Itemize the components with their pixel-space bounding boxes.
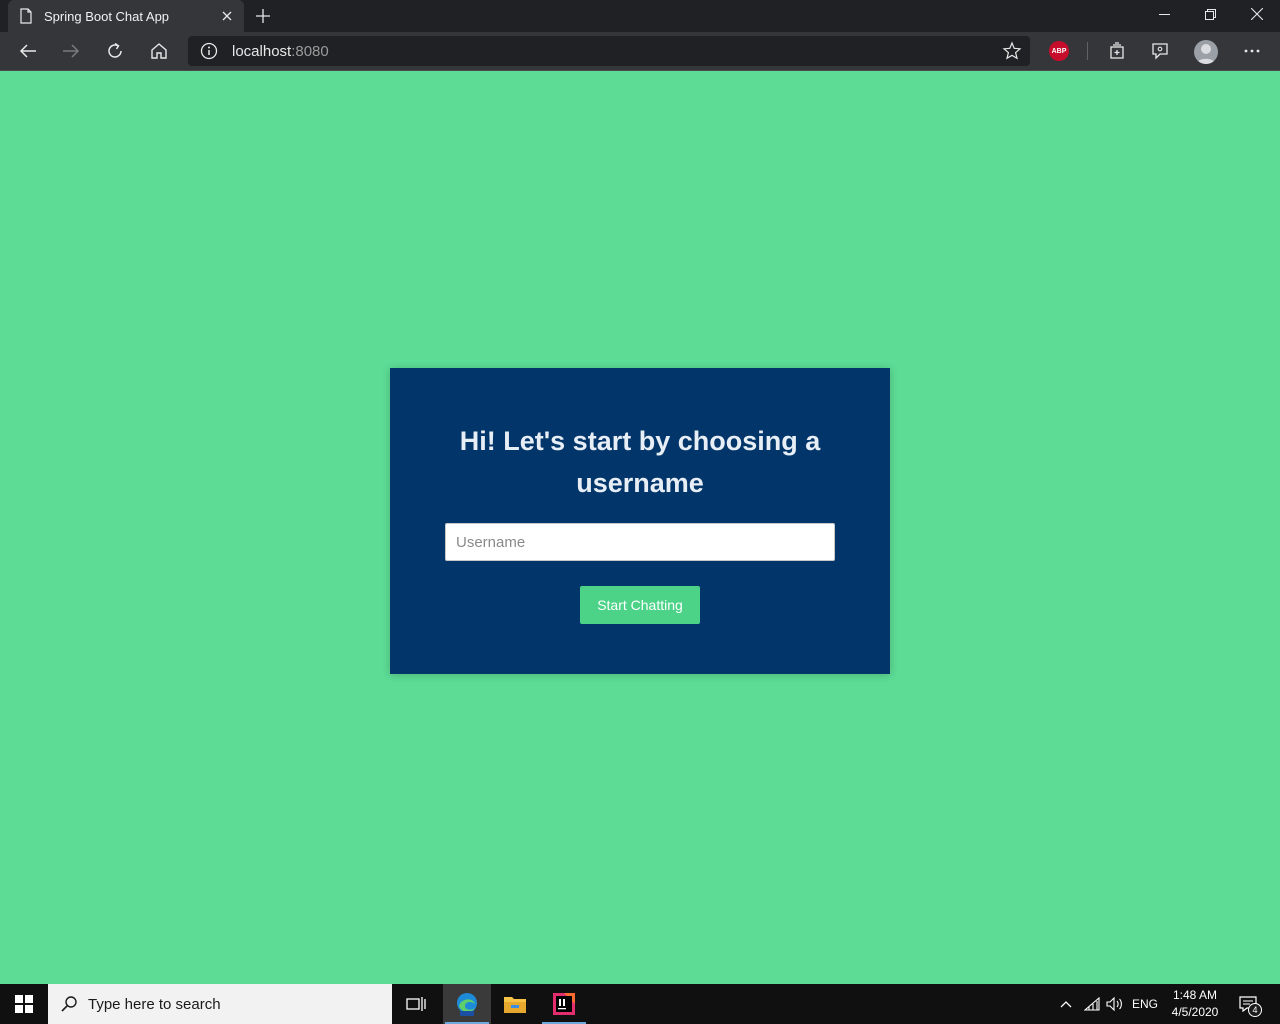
- page-document-icon: [18, 8, 34, 24]
- volume-icon[interactable]: [1104, 984, 1126, 1024]
- windows-taskbar: Type here to search ENG 1:48 AM 4/5/2020…: [0, 984, 1280, 1024]
- search-placeholder: Type here to search: [88, 995, 221, 1013]
- toolbar-divider: [1087, 42, 1088, 60]
- browser-tab[interactable]: Spring Boot Chat App: [8, 0, 244, 32]
- adblock-icon[interactable]: ABP: [1049, 41, 1069, 61]
- restore-icon[interactable]: [1187, 0, 1233, 28]
- clock-time: 1:48 AM: [1172, 988, 1218, 1002]
- input-language[interactable]: ENG: [1129, 984, 1161, 1024]
- feedback-icon[interactable]: [1145, 36, 1175, 66]
- taskbar-search-box[interactable]: Type here to search: [48, 984, 392, 1024]
- page-content: Hi! Let's start by choosing a username S…: [0, 71, 1280, 984]
- url-host: localhost: [232, 42, 292, 60]
- task-view-icon[interactable]: [392, 984, 440, 1024]
- collections-icon[interactable]: [1102, 36, 1132, 66]
- minimize-icon[interactable]: [1141, 0, 1187, 28]
- address-bar[interactable]: localhost:8080: [188, 36, 1030, 66]
- page-title: Hi! Let's start by choosing a username: [459, 426, 821, 498]
- more-options-icon[interactable]: [1237, 36, 1267, 66]
- windows-start-icon[interactable]: [0, 984, 48, 1024]
- favorite-star-icon[interactable]: [1002, 41, 1022, 61]
- edge-beta-taskbar-icon[interactable]: [443, 984, 491, 1024]
- new-tab-icon[interactable]: [252, 5, 274, 27]
- url-port: :8080: [291, 42, 329, 60]
- username-input[interactable]: [445, 523, 835, 561]
- network-icon[interactable]: [1082, 984, 1102, 1024]
- search-icon: [60, 995, 78, 1013]
- show-hidden-icons-chevron-icon[interactable]: [1056, 984, 1076, 1024]
- home-icon[interactable]: [144, 36, 174, 66]
- start-chatting-button[interactable]: Start Chatting: [580, 586, 700, 624]
- tab-close-icon[interactable]: [218, 7, 236, 25]
- tab-title: Spring Boot Chat App: [44, 8, 170, 24]
- notification-count-badge: 4: [1248, 1003, 1262, 1017]
- browser-toolbar: localhost:8080 ABP: [0, 32, 1280, 71]
- profile-avatar-icon[interactable]: [1194, 40, 1218, 64]
- file-explorer-icon[interactable]: [491, 984, 539, 1024]
- clock-date: 4/5/2020: [1171, 1005, 1219, 1019]
- back-arrow-icon[interactable]: [13, 36, 43, 66]
- forward-arrow-icon[interactable]: [56, 36, 86, 66]
- system-clock[interactable]: 1:48 AM 4/5/2020: [1164, 987, 1226, 1021]
- intellij-idea-icon[interactable]: [540, 984, 588, 1024]
- window-close-icon[interactable]: [1234, 0, 1280, 28]
- refresh-icon[interactable]: [100, 36, 130, 66]
- site-info-icon[interactable]: [200, 42, 218, 60]
- browser-titlebar: Spring Boot Chat App: [0, 0, 1280, 32]
- username-card: Hi! Let's start by choosing a username S…: [390, 368, 890, 674]
